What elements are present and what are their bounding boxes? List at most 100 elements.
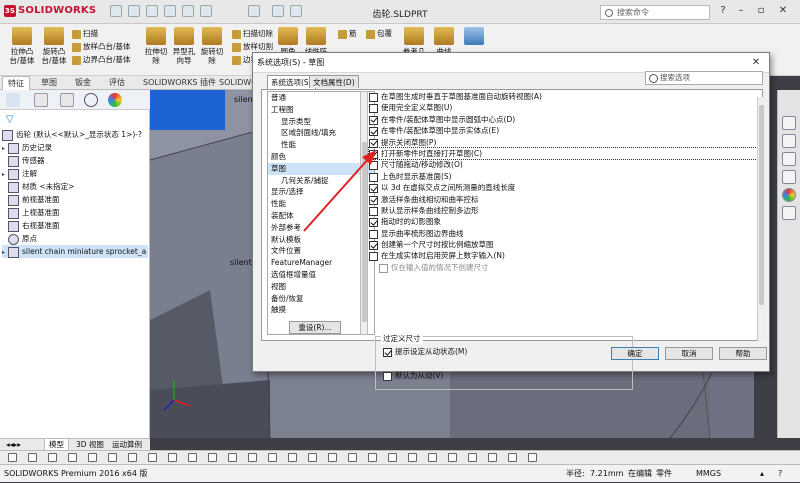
tool-icon[interactable] <box>168 453 177 462</box>
tool-icon[interactable] <box>508 453 517 462</box>
tree-item-origin[interactable]: 原点 <box>2 232 148 245</box>
design-library-icon[interactable] <box>782 134 796 148</box>
category-display-style[interactable]: 显示类型 <box>268 116 374 128</box>
option-arc-centerpoints[interactable]: 在零件/装配体草图中显示圆弧中心点(D) <box>369 114 759 125</box>
checkbox[interactable] <box>369 93 378 102</box>
tool-icon[interactable] <box>368 453 377 462</box>
custom-properties-icon[interactable] <box>782 206 796 220</box>
option-set-driven-default[interactable]: 默认为从动(V) <box>383 370 623 382</box>
option-onscreen-numeric-input[interactable]: 在生成实体时启用荧屏上数字输入(N) <box>369 250 759 262</box>
tab-features[interactable]: 特征 <box>2 76 30 90</box>
checkbox[interactable] <box>369 115 378 125</box>
search-commands-input[interactable]: 搜索命令 <box>600 5 710 20</box>
tool-icon[interactable] <box>8 453 17 462</box>
category-featuremanager[interactable]: FeatureManager <box>268 257 374 269</box>
cancel-button[interactable]: 取消 <box>665 347 713 360</box>
revolve-boss-button[interactable]: 旋转凸 台/基体 <box>36 27 72 65</box>
close-button[interactable]: ✕ <box>776 4 790 18</box>
option-create-sketch-on-new-part[interactable]: 打开新零件时直接打开草图(C) <box>368 146 760 161</box>
tool-icon[interactable] <box>68 453 77 462</box>
tool-icon[interactable] <box>108 453 117 462</box>
rib-button[interactable]: 筋 <box>338 28 357 39</box>
options-search-input[interactable]: 搜索选项 <box>645 71 763 85</box>
option-fully-defined-sketches[interactable]: 使用完全定义草图(U) <box>369 102 759 114</box>
tool-icon[interactable] <box>148 453 157 462</box>
tool-icon[interactable] <box>448 453 457 462</box>
tab-addins[interactable]: SOLIDWORKS 插件 <box>138 76 221 90</box>
checkbox[interactable] <box>369 104 378 114</box>
option-auto-rotate-view[interactable]: 在草图生成时垂直于草图基准面自动旋转视图(A) <box>369 91 759 102</box>
file-explorer-icon[interactable] <box>782 152 796 166</box>
instant3d-button[interactable] <box>456 27 492 47</box>
dimxpert-tab-icon[interactable] <box>84 93 98 107</box>
tool-icon[interactable] <box>48 453 57 462</box>
category-area-hatch[interactable]: 区域剖面线/填充 <box>268 127 374 139</box>
option-entity-points[interactable]: 在零件/装配体草图中显示实体点(E) <box>369 125 759 137</box>
option-scale-on-first-dimension[interactable]: 创建第一个尺寸时按比例缩放草图 <box>369 239 759 251</box>
tab-sketch[interactable]: 草图 <box>36 76 62 90</box>
category-file-locations[interactable]: 文件位置 <box>268 245 374 257</box>
tool-icon[interactable] <box>228 453 237 462</box>
checkbox[interactable] <box>369 241 378 251</box>
option-curvature-comb-boundary[interactable]: 显示曲率梳形图边界曲线 <box>369 228 759 239</box>
ok-button[interactable]: 确定 <box>611 347 659 360</box>
maximize-button[interactable]: ▫ <box>754 4 768 18</box>
loft-boss-button[interactable]: 放样凸台/基体 <box>72 41 131 52</box>
tool-icon[interactable] <box>88 453 97 462</box>
configuration-manager-tab-icon[interactable] <box>60 93 74 107</box>
display-manager-tab-icon[interactable] <box>108 93 122 107</box>
tool-icon[interactable] <box>408 453 417 462</box>
checkbox[interactable] <box>369 252 378 262</box>
tool-icon[interactable] <box>488 453 497 462</box>
checkbox[interactable] <box>383 372 392 382</box>
boundary-boss-button[interactable]: 边界凸台/基体 <box>72 54 131 65</box>
lofted-cut-button[interactable]: 放样切割 <box>232 41 273 52</box>
tab-sheet-metal[interactable]: 钣金 <box>70 76 96 90</box>
appearances-icon[interactable] <box>782 188 796 202</box>
category-view[interactable]: 视图 <box>268 281 374 293</box>
help-icon[interactable]: ? <box>778 465 782 483</box>
tree-item-material[interactable]: 材质 <未指定> <box>2 180 148 193</box>
reset-button[interactable]: 重设(R)... <box>289 321 341 334</box>
category-backup-recover[interactable]: 备份/恢复 <box>268 293 374 305</box>
option-prompt-close-sketch[interactable]: 提示关闭草图(P) <box>369 137 759 148</box>
tree-item-history[interactable]: ▸ 历史记录 <box>2 141 148 154</box>
tree-item-front-plane[interactable]: 前视基准面 <box>2 193 148 206</box>
tool-icon[interactable] <box>188 453 197 462</box>
view-palette-icon[interactable] <box>782 170 796 184</box>
tree-item-annotations[interactable]: ▸ 注解 <box>2 167 148 180</box>
feature-tree-tab-icon[interactable] <box>6 93 20 107</box>
help-icon[interactable]: ? <box>716 4 730 18</box>
category-spin-box-increments[interactable]: 选值框增量值 <box>268 269 374 281</box>
tree-item-top-plane[interactable]: 上视基准面 <box>2 206 148 219</box>
status-menu-icon[interactable]: ▴ <box>760 465 764 483</box>
tool-icon[interactable] <box>268 453 277 462</box>
checkbox[interactable] <box>383 348 392 357</box>
wrap-button[interactable]: 包覆 <box>366 28 392 39</box>
tool-icon[interactable] <box>208 453 217 462</box>
minimize-button[interactable]: – <box>734 4 748 18</box>
tab-document-properties[interactable]: 文档属性(D) <box>309 75 359 88</box>
option-display-plane-shaded[interactable]: 上色时显示基准面(S) <box>369 171 759 182</box>
tool-icon[interactable] <box>428 453 437 462</box>
option-prompt-driving-state[interactable]: 提示设定从动状态(M) <box>383 346 623 357</box>
dialog-close-button[interactable]: ✕ <box>747 55 765 71</box>
option-virtual-sharp-lengths[interactable]: 以 3d 在虚拟交点之间所测量的直线长度 <box>369 182 759 194</box>
revolve-cut-button[interactable]: 旋转切除 <box>194 27 230 65</box>
solidworks-resources-icon[interactable] <box>782 116 796 130</box>
unit-system[interactable]: MMGS <box>696 465 721 483</box>
tool-icon[interactable] <box>328 453 337 462</box>
options-scrollbar[interactable] <box>757 97 765 341</box>
option-override-dims-on-drag[interactable]: 尺寸随拖动/移动修改(O) <box>369 159 759 171</box>
extrude-boss-button[interactable]: 拉伸凸 台/基体 <box>4 27 40 65</box>
category-general[interactable]: 普通 <box>268 92 374 104</box>
option-ghost-image-on-drag[interactable]: 拖动时的幻影图象 <box>369 216 759 228</box>
option-spline-control-polygon[interactable]: 默认显示样条曲线控制多边形 <box>369 205 759 216</box>
tool-icon[interactable] <box>288 453 297 462</box>
category-drawings[interactable]: 工程图 <box>268 104 374 116</box>
tool-icon[interactable] <box>348 453 357 462</box>
property-manager-tab-icon[interactable] <box>34 93 48 107</box>
tool-icon[interactable] <box>528 453 537 462</box>
tab-evaluate[interactable]: 评估 <box>104 76 130 90</box>
tool-icon[interactable] <box>128 453 137 462</box>
